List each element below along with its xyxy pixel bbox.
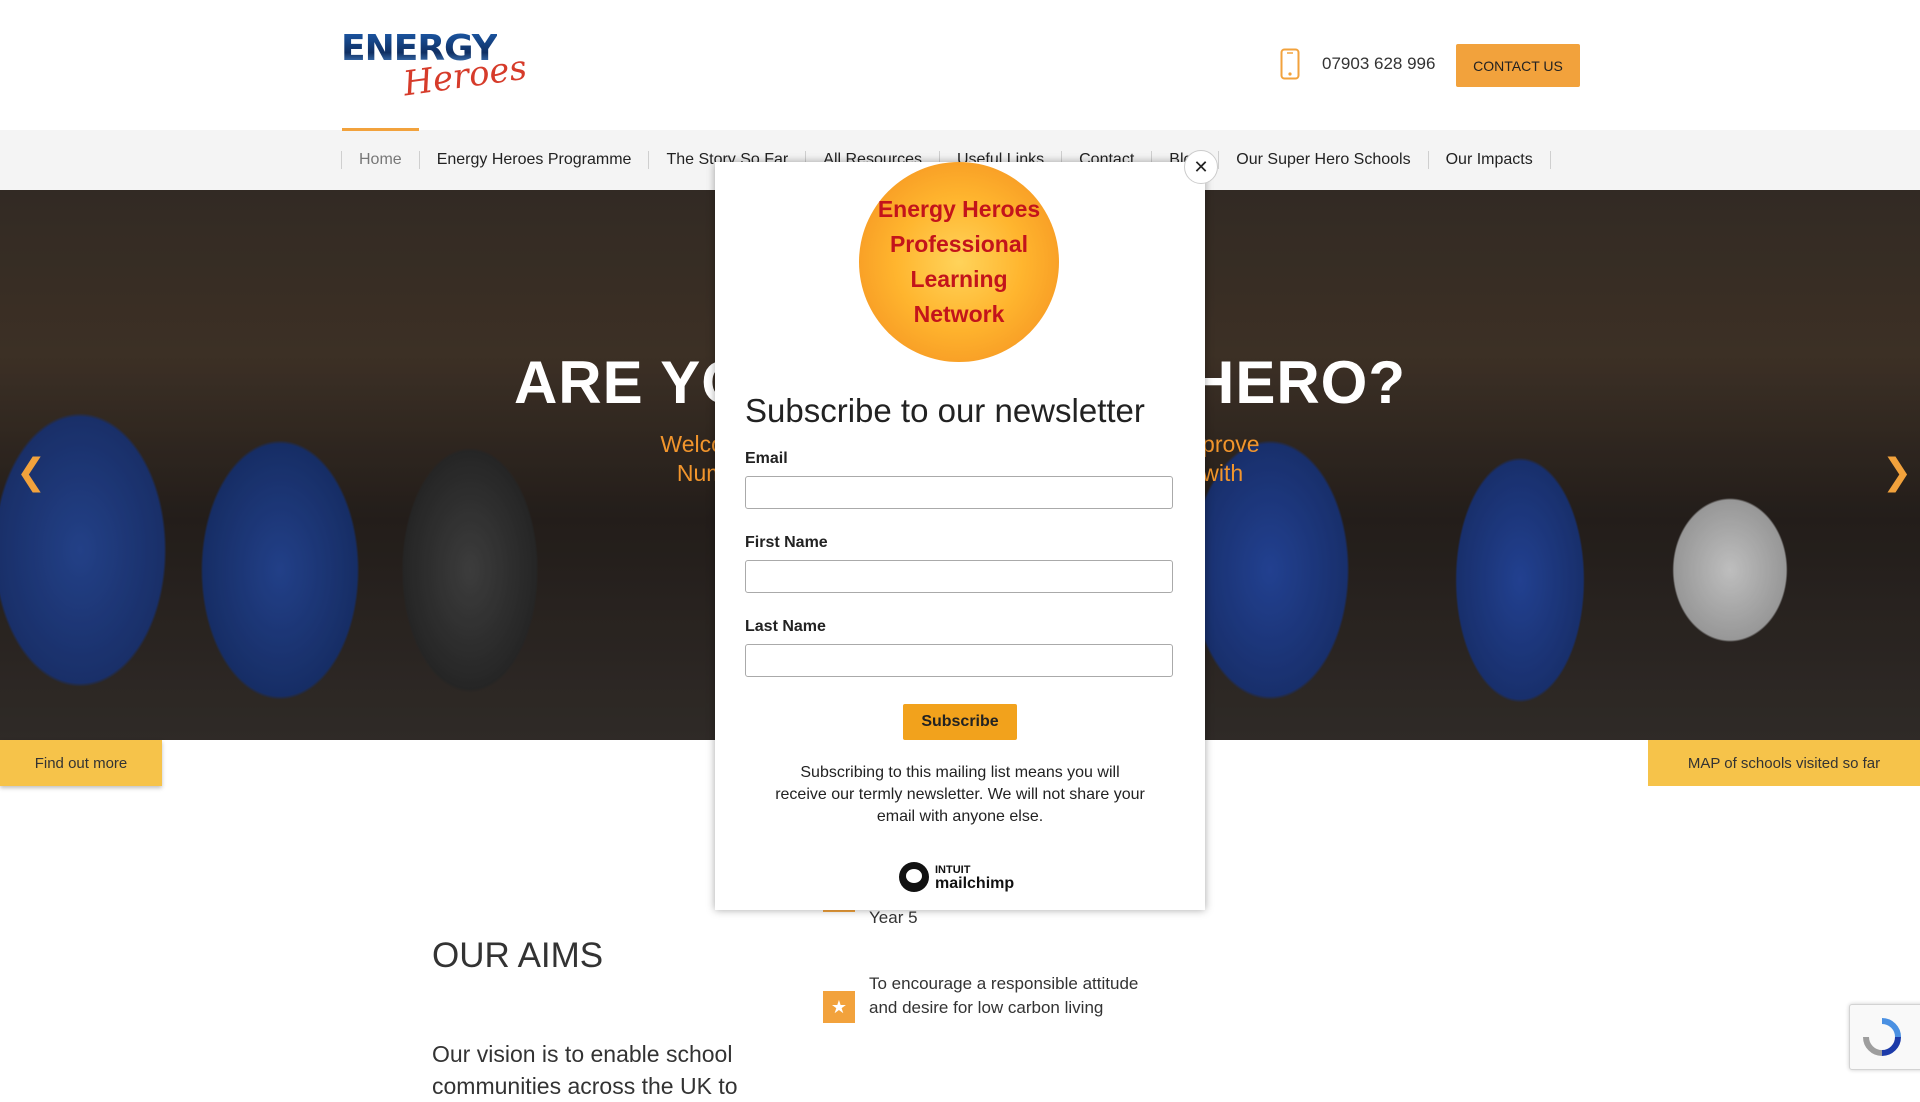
subscribe-note: Subscribing to this mailing list means y… (775, 764, 1145, 825)
chevron-right-icon[interactable]: ❯ (1882, 452, 1912, 493)
last-name-field[interactable] (745, 644, 1173, 677)
mailchimp-logo[interactable]: INTUIT mailchimp (899, 859, 1014, 895)
chevron-left-icon[interactable]: ❮ (16, 452, 46, 493)
modal-title: Subscribe to our newsletter (745, 392, 1145, 429)
bullet-text-year5: Year 5 (869, 908, 918, 927)
plnetwork-badge: Energy Heroes Professional Learning Netw… (859, 162, 1059, 362)
contact-us-button[interactable]: CONTACT US (1456, 44, 1580, 87)
aims-heading: OUR AIMS (432, 936, 604, 975)
mailchimp-brand: mailchimp (935, 875, 1015, 892)
star-icon: ★ (823, 991, 855, 1023)
phone-icon (1280, 48, 1300, 80)
nav-item-super-hero-schools[interactable]: Our Super Hero Schools (1218, 151, 1427, 169)
email-field[interactable] (745, 476, 1173, 509)
bullet-text-responsible: To encourage a responsible attitude and … (869, 974, 1139, 1017)
site-logo[interactable]: ENERGY Heroes (341, 28, 529, 104)
mailchimp-icon (899, 862, 929, 892)
close-icon[interactable]: ✕ (1184, 150, 1218, 184)
last-name-label: Last Name (745, 618, 826, 635)
recaptcha-icon (1863, 1018, 1901, 1056)
first-name-label: First Name (745, 534, 828, 551)
nav-item-impacts[interactable]: Our Impacts (1427, 151, 1551, 169)
map-schools-button[interactable]: MAP of schools visited so far (1648, 740, 1920, 786)
newsletter-modal: Energy Heroes Professional Learning Netw… (715, 150, 1218, 910)
recaptcha-badge[interactable] (1849, 1004, 1920, 1070)
badge-text: Energy Heroes Professional Learning Netw… (877, 196, 1041, 327)
vision-text: Our vision is to enable school communiti… (432, 1041, 738, 1099)
nav-item-home[interactable]: Home (341, 128, 419, 169)
subscribe-button[interactable]: Subscribe (903, 704, 1017, 740)
phone-number[interactable]: 07903 628 996 (1322, 54, 1435, 74)
site-header: ENERGY Heroes 07903 628 996 CONTACT US (0, 0, 1920, 130)
email-label: Email (745, 450, 788, 467)
first-name-field[interactable] (745, 560, 1173, 593)
nav-item-programme[interactable]: Energy Heroes Programme (418, 151, 649, 169)
mailchimp-wordmark: INTUIT mailchimp (935, 863, 1015, 892)
find-out-more-button[interactable]: Find out more (0, 740, 162, 786)
